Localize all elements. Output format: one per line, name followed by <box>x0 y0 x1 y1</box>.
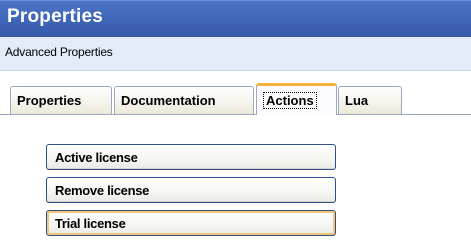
tab-documentation-label: Documentation <box>121 93 216 108</box>
tab-actions[interactable]: Actions <box>256 83 337 115</box>
title-bar: Properties <box>0 0 471 37</box>
tab-lua-label: Lua <box>345 93 369 108</box>
remove-license-button[interactable]: Remove license <box>46 177 336 203</box>
window-title: Properties <box>7 6 103 27</box>
active-license-button[interactable]: Active license <box>46 144 336 170</box>
tab-properties[interactable]: Properties <box>10 86 112 114</box>
trial-license-button[interactable]: Trial license <box>46 210 336 236</box>
trial-license-label: Trial license <box>55 215 126 231</box>
subtitle-text: Advanced Properties <box>5 45 113 59</box>
subtitle-bar: Advanced Properties <box>0 37 471 71</box>
tab-lua[interactable]: Lua <box>338 86 402 114</box>
actions-panel: Active license Remove license Trial lice… <box>0 115 471 248</box>
tab-actions-label: Actions <box>263 92 317 109</box>
active-license-label: Active license <box>55 149 138 165</box>
tab-properties-label: Properties <box>17 93 82 108</box>
tab-documentation[interactable]: Documentation <box>114 86 254 114</box>
remove-license-label: Remove license <box>55 182 150 198</box>
